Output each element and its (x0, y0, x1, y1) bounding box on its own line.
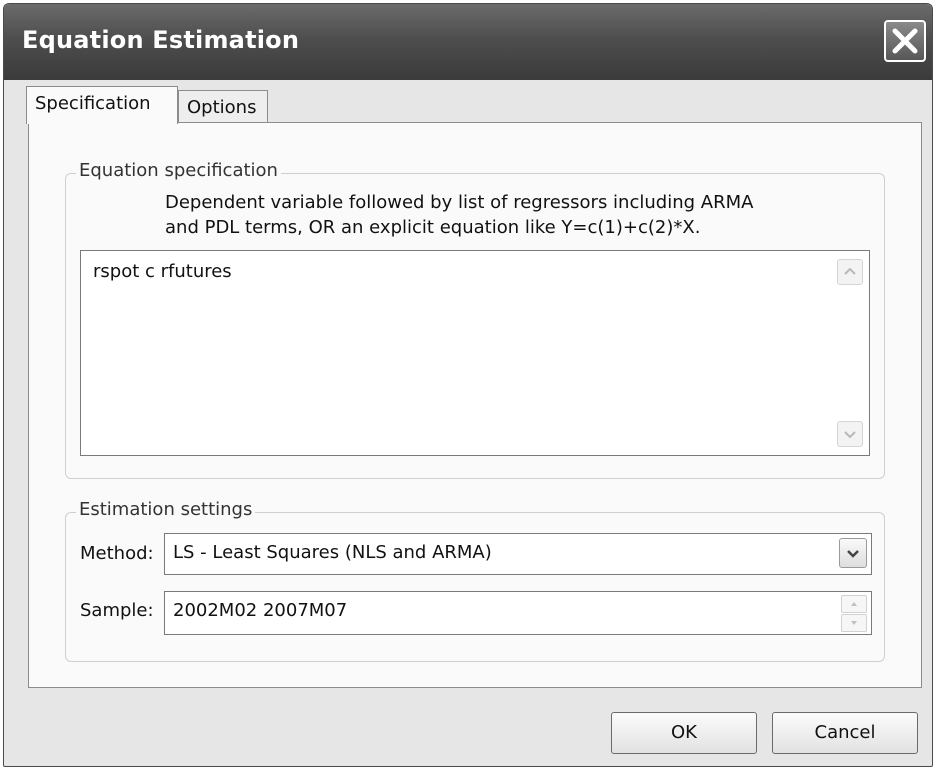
title-bar[interactable]: Equation Estimation (4, 4, 932, 80)
sample-label: Sample: (80, 600, 154, 621)
window-title: Equation Estimation (22, 26, 300, 54)
equation-specification-legend: Equation specification (76, 160, 281, 181)
method-label: Method: (80, 543, 154, 564)
equation-input-text: rspot c rfutures (93, 261, 232, 282)
specification-panel: Equation specification Dependent variabl… (28, 122, 922, 688)
method-value: LS - Least Squares (NLS and ARMA) (173, 542, 492, 563)
scroll-up-button[interactable] (837, 259, 863, 285)
arrow-up-icon (851, 602, 857, 606)
equation-input[interactable]: rspot c rfutures (80, 250, 870, 456)
equation-description-line2: and PDL terms, OR an explicit equation l… (165, 217, 701, 238)
scroll-down-button[interactable] (837, 421, 863, 447)
method-select[interactable]: LS - Least Squares (NLS and ARMA) (164, 533, 872, 575)
tab-specification[interactable]: Specification (26, 86, 178, 124)
equation-description-line1: Dependent variable followed by list of r… (165, 192, 754, 213)
close-icon (892, 28, 918, 54)
equation-scrollbar[interactable] (837, 259, 863, 447)
method-dropdown-button[interactable] (839, 538, 867, 568)
chevron-up-icon (844, 267, 856, 275)
chevron-down-icon (847, 550, 859, 558)
equation-estimation-dialog: Equation Estimation Specification Option… (3, 3, 933, 767)
tab-specification-label: Specification (35, 93, 151, 114)
chevron-down-icon (844, 431, 856, 439)
arrow-down-icon (851, 621, 857, 625)
equation-specification-group: Equation specification Dependent variabl… (65, 160, 885, 479)
tab-options-label: Options (187, 97, 257, 118)
cancel-button[interactable]: Cancel (772, 712, 918, 754)
ok-button[interactable]: OK (611, 712, 757, 754)
sample-spin-up[interactable] (841, 595, 867, 613)
sample-value: 2002M02 2007M07 (173, 600, 348, 621)
sample-spin-down[interactable] (841, 614, 867, 632)
estimation-settings-group: Estimation settings Method: LS - Least S… (65, 499, 885, 662)
tab-options[interactable]: Options (178, 90, 268, 124)
estimation-settings-legend: Estimation settings (76, 499, 256, 520)
close-button[interactable] (884, 20, 926, 62)
sample-input[interactable]: 2002M02 2007M07 (164, 591, 872, 635)
